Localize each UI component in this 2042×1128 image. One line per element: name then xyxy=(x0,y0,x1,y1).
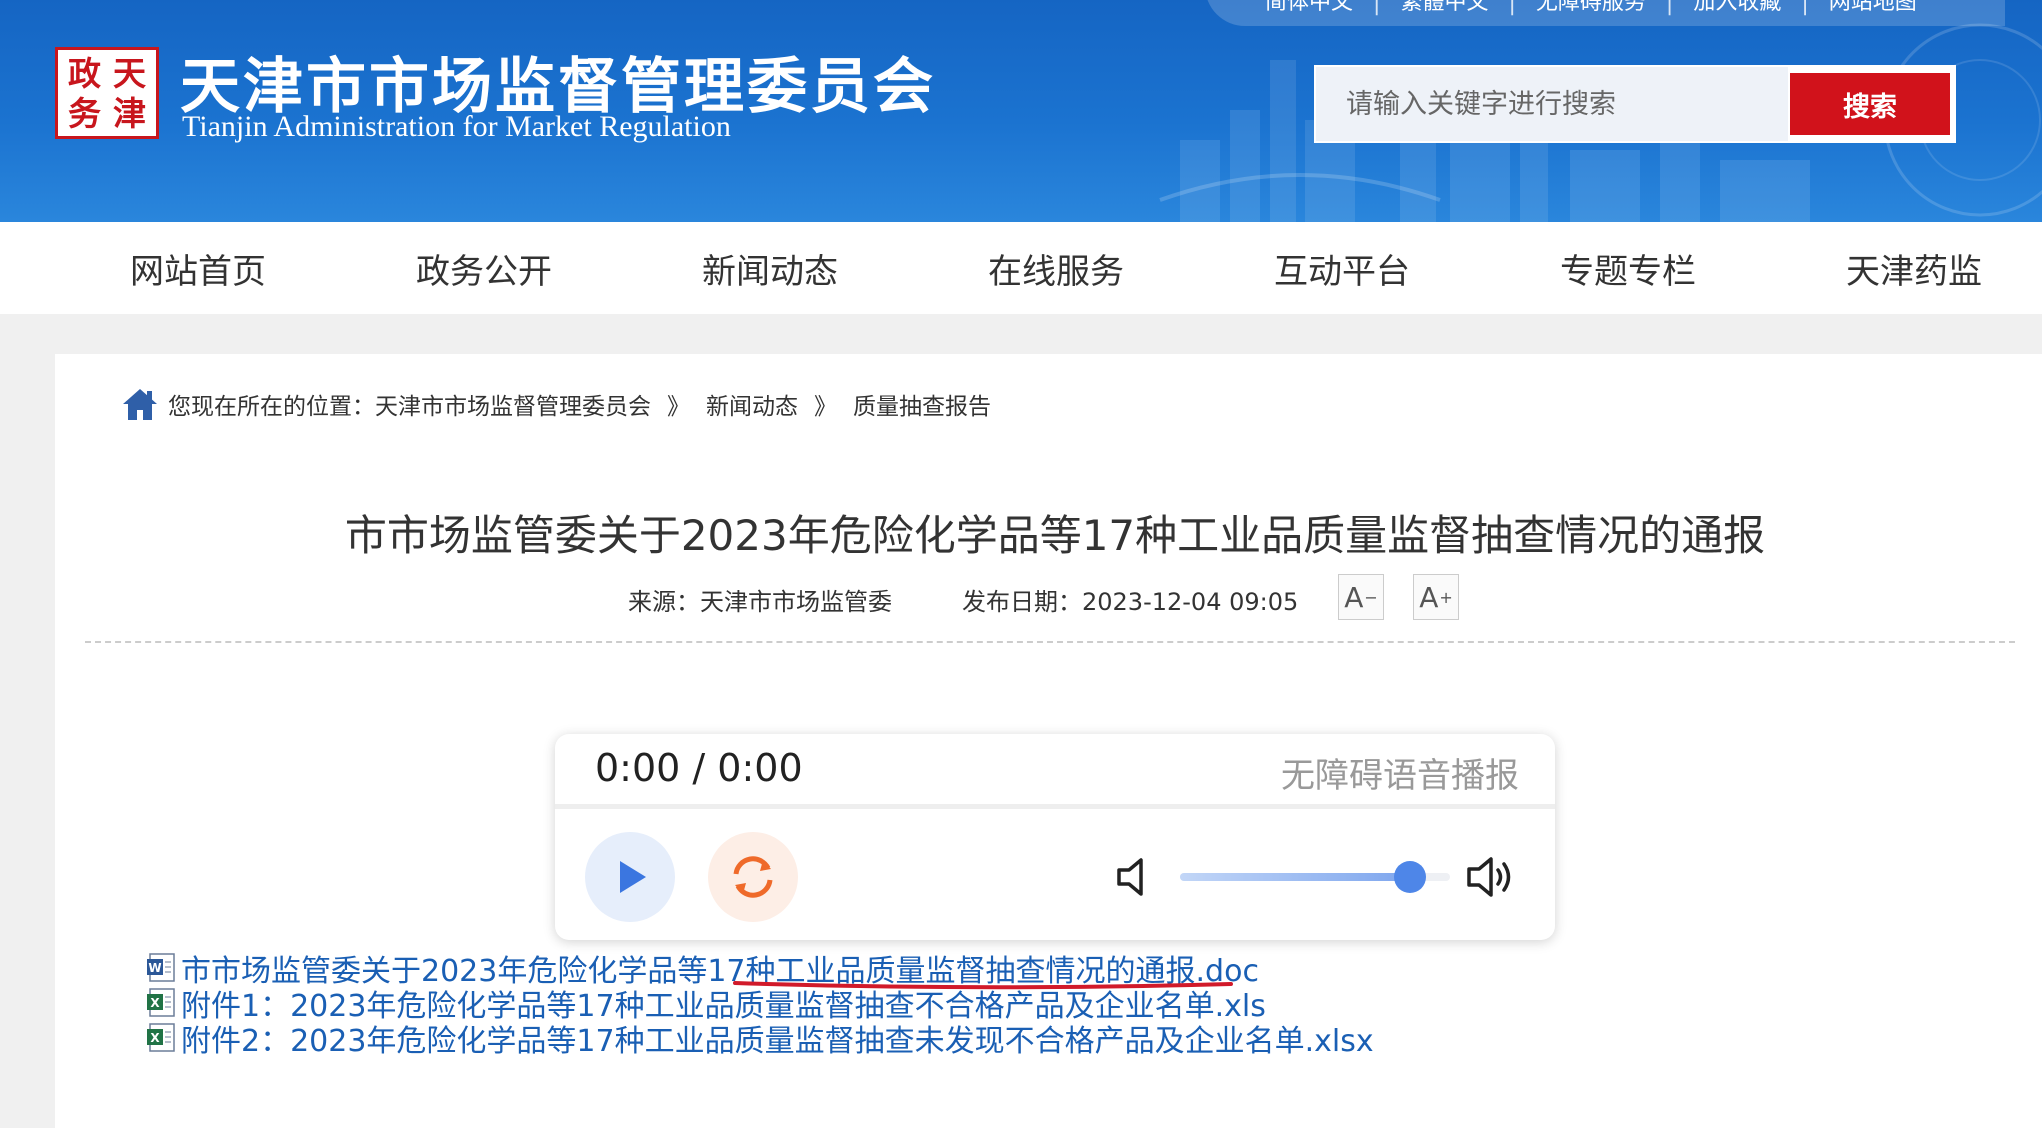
font-increase-label: A xyxy=(1419,580,1439,614)
search-box: 搜索 xyxy=(1314,65,1956,143)
home-icon xyxy=(123,389,157,420)
nav-item-interaction[interactable]: 互动平台 xyxy=(1274,244,1410,293)
top-link-separator: | xyxy=(1665,0,1674,16)
site-subtitle: Tianjin Administration for Market Regula… xyxy=(182,110,731,143)
font-decrease-button[interactable]: A − xyxy=(1338,574,1384,620)
excel-xls-icon: X xyxy=(147,1022,175,1052)
site-logo-seal[interactable]: 政 天 务 津 xyxy=(55,47,159,139)
article-source: 来源：天津市市场监管委 xyxy=(628,588,892,616)
top-link-separator: | xyxy=(1373,0,1381,16)
nav-item-online-service[interactable]: 在线服务 xyxy=(988,244,1124,293)
search-button[interactable]: 搜索 xyxy=(1790,73,1950,135)
font-increase-button[interactable]: A + xyxy=(1413,574,1459,620)
breadcrumb-separator: 》 xyxy=(814,394,837,420)
seal-char: 天 xyxy=(113,54,146,93)
top-link-accessibility[interactable]: 无障碍服务 xyxy=(1536,0,1646,16)
nav-item-topics[interactable]: 专题专栏 xyxy=(1560,244,1696,293)
breadcrumb-item-news[interactable]: 新闻动态 xyxy=(706,387,798,421)
breadcrumb: 您现在所在的位置： 天津市市场监督管理委员会 》 新闻动态 》 质量抽查报告 xyxy=(120,384,991,424)
article-title: 市市场监管委关于2023年危险化学品等17种工业品质量监督抽查情况的通报 xyxy=(344,511,1766,560)
player-divider xyxy=(555,804,1555,809)
volume-low-icon[interactable] xyxy=(1115,854,1157,900)
divider xyxy=(85,641,2015,643)
audio-player: 0:00 / 0:00 无障碍语音播报 xyxy=(555,734,1555,940)
play-button[interactable] xyxy=(585,832,675,922)
svg-text:W: W xyxy=(148,961,161,975)
seal-char: 务 xyxy=(68,94,101,133)
top-link-separator: | xyxy=(1801,0,1809,16)
font-decrease-label: A xyxy=(1344,580,1364,614)
player-label: 无障碍语音播报 xyxy=(1281,756,1519,796)
top-link-sitemap[interactable]: 网站地图 xyxy=(1829,0,1917,16)
breadcrumb-item-home[interactable]: 天津市市场监督管理委员会 xyxy=(375,387,651,421)
replay-icon xyxy=(733,856,773,898)
seal-char: 政 xyxy=(68,54,101,93)
play-icon xyxy=(620,861,646,893)
excel-xls-icon: X xyxy=(147,987,175,1017)
article-meta: 来源：天津市市场监管委 发布日期：2023-12-04 09:05 xyxy=(628,582,1298,617)
plus-icon: + xyxy=(1439,587,1453,607)
word-doc-icon: W xyxy=(147,952,175,982)
nav-item-government[interactable]: 政务公开 xyxy=(416,244,552,293)
replay-button[interactable] xyxy=(708,832,798,922)
attachment-list: W 市市场监管委关于2023年危险化学品等17种工业品质量监督抽查情况的通报.d… xyxy=(145,950,1374,1059)
svg-text:X: X xyxy=(150,1031,160,1045)
main-nav: 网站首页 政务公开 新闻动态 在线服务 互动平台 专题专栏 天津药监 xyxy=(0,222,2042,314)
volume-slider-thumb[interactable] xyxy=(1393,861,1426,893)
attachment-link-xlsx-2[interactable]: X 附件2：2023年危险化学品等17种工业品质量监督抽查未发现不合格产品及企业… xyxy=(145,1020,1374,1059)
breadcrumb-item-quality-report[interactable]: 质量抽查报告 xyxy=(853,387,991,421)
top-utility-links: 简体中文 | 繁體中文 | 无障碍服务 | 加入收藏 | 网站地图 xyxy=(1205,0,2005,26)
top-link-traditional[interactable]: 繁體中文 xyxy=(1400,0,1488,16)
red-underline-annotation xyxy=(733,981,1233,990)
search-input[interactable] xyxy=(1316,67,1788,141)
nav-item-home[interactable]: 网站首页 xyxy=(130,244,266,293)
seal-char: 津 xyxy=(113,94,146,133)
player-time: 0:00 / 0:00 xyxy=(595,746,803,790)
top-link-bookmark[interactable]: 加入收藏 xyxy=(1693,0,1781,16)
top-link-simplified[interactable]: 简体中文 xyxy=(1265,0,1353,16)
breadcrumb-prefix: 您现在所在的位置： xyxy=(168,394,375,420)
article-date: 发布日期：2023-12-04 09:05 xyxy=(962,588,1299,616)
volume-slider-fill xyxy=(1180,873,1410,881)
breadcrumb-separator: 》 xyxy=(667,394,690,420)
article-panel: 您现在所在的位置： 天津市市场监督管理委员会 》 新闻动态 》 质量抽查报告 市… xyxy=(55,354,2042,1128)
minus-icon: − xyxy=(1364,587,1378,607)
svg-text:X: X xyxy=(150,996,160,1010)
nav-item-drug-admin[interactable]: 天津药监 xyxy=(1846,244,1982,293)
top-link-separator: | xyxy=(1508,0,1516,16)
volume-slider[interactable] xyxy=(1180,861,1450,893)
site-header: 简体中文 | 繁體中文 | 无障碍服务 | 加入收藏 | 网站地图 政 天 务 … xyxy=(0,0,2042,222)
attachment-text: 附件2：2023年危险化学品等17种工业品质量监督抽查未发现不合格产品及企业名单… xyxy=(181,1023,1374,1059)
volume-high-icon[interactable] xyxy=(1465,852,1517,902)
nav-item-news[interactable]: 新闻动态 xyxy=(702,244,838,293)
